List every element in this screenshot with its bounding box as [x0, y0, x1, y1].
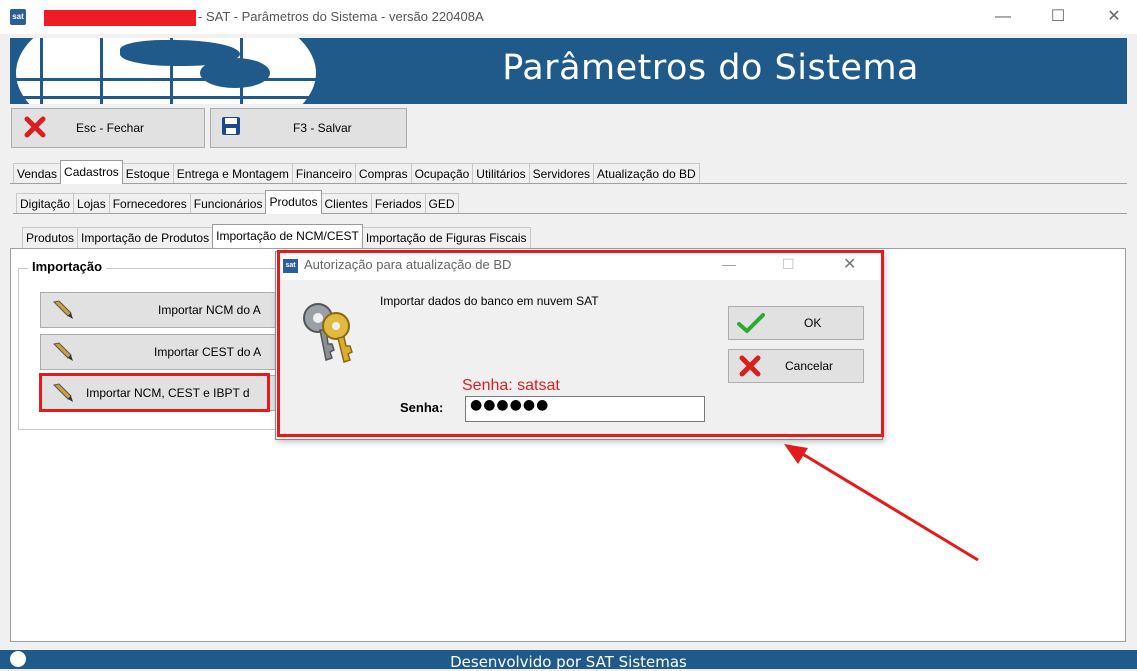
import-cest-label: Importar CEST do A	[154, 345, 262, 359]
close-x-icon	[24, 116, 46, 138]
tab-produtos-lista[interactable]: Produtos	[22, 227, 79, 248]
window-title: - SAT - Parâmetros do Sistema - versão 2…	[198, 9, 484, 24]
tab-digitacao[interactable]: Digitação	[16, 193, 75, 214]
main-tab-strip: Vendas Cadastros Estoque Entrega e Monta…	[13, 160, 700, 184]
import-cest-button[interactable]: Importar CEST do A	[40, 334, 278, 370]
close-button[interactable]: Esc - Fechar	[11, 108, 205, 148]
tab-entrega-montagem[interactable]: Entrega e Montagem	[172, 163, 293, 184]
save-button-label: F3 - Salvar	[293, 121, 352, 135]
tab-servidores[interactable]: Servidores	[528, 163, 594, 184]
tab-feriados[interactable]: Feriados	[370, 193, 426, 214]
minimize-icon[interactable]: —	[988, 4, 1018, 30]
pen-icon	[52, 342, 73, 361]
cadastros-tab-strip: Digitação Lojas Fornecedores Funcionário…	[16, 190, 459, 214]
tab-ocupacao[interactable]: Ocupação	[410, 163, 474, 184]
highlight-box	[39, 373, 270, 412]
header-banner: Parâmetros do Sistema	[10, 38, 1127, 104]
tab-compras[interactable]: Compras	[354, 163, 412, 184]
tab-fornecedores[interactable]: Fornecedores	[108, 193, 191, 214]
produtos-tab-strip: Produtos Importação de Produtos Importaç…	[22, 224, 531, 248]
tab-clientes[interactable]: Clientes	[320, 193, 372, 214]
save-button[interactable]: F3 - Salvar	[210, 108, 407, 148]
tab-funcionarios[interactable]: Funcionários	[189, 193, 267, 214]
tab-produtos[interactable]: Produtos	[265, 190, 322, 214]
sat-logo-icon: sat	[10, 9, 26, 25]
tab-divider	[13, 213, 1127, 214]
tab-importacao-ncm-cest[interactable]: Importação de NCM/CEST	[212, 224, 363, 248]
floppy-disk-icon	[222, 117, 240, 135]
tab-utilitarios[interactable]: Utilitários	[472, 163, 530, 184]
tab-divider	[10, 183, 1127, 184]
footer-text: Desenvolvido por SAT Sistemas	[450, 653, 687, 671]
pen-icon	[52, 300, 73, 319]
maximize-icon[interactable]: ☐	[1043, 4, 1073, 30]
tab-importacao-produtos[interactable]: Importação de Produtos	[77, 227, 214, 248]
close-icon[interactable]: ✕	[1099, 4, 1129, 30]
highlight-box	[277, 250, 884, 437]
tab-lojas[interactable]: Lojas	[73, 193, 110, 214]
annotation-arrow	[784, 444, 979, 562]
redacted-area	[44, 10, 196, 26]
page-title: Parâmetros do Sistema	[502, 48, 919, 88]
tab-estoque[interactable]: Estoque	[121, 163, 174, 184]
close-button-label: Esc - Fechar	[76, 121, 145, 135]
import-ncm-button[interactable]: Importar NCM do A	[40, 292, 278, 328]
tab-ged[interactable]: GED	[424, 193, 459, 214]
tab-cadastros[interactable]: Cadastros	[60, 160, 123, 184]
tab-financeiro[interactable]: Financeiro	[291, 163, 356, 184]
tab-vendas[interactable]: Vendas	[13, 163, 62, 184]
tab-atualizacao-bd[interactable]: Atualização do BD	[593, 163, 700, 184]
tab-importacao-figuras-fiscais[interactable]: Importação de Figuras Fiscais	[361, 227, 531, 248]
import-ncm-label: Importar NCM do A	[158, 303, 261, 317]
group-title: Importação	[28, 259, 107, 274]
